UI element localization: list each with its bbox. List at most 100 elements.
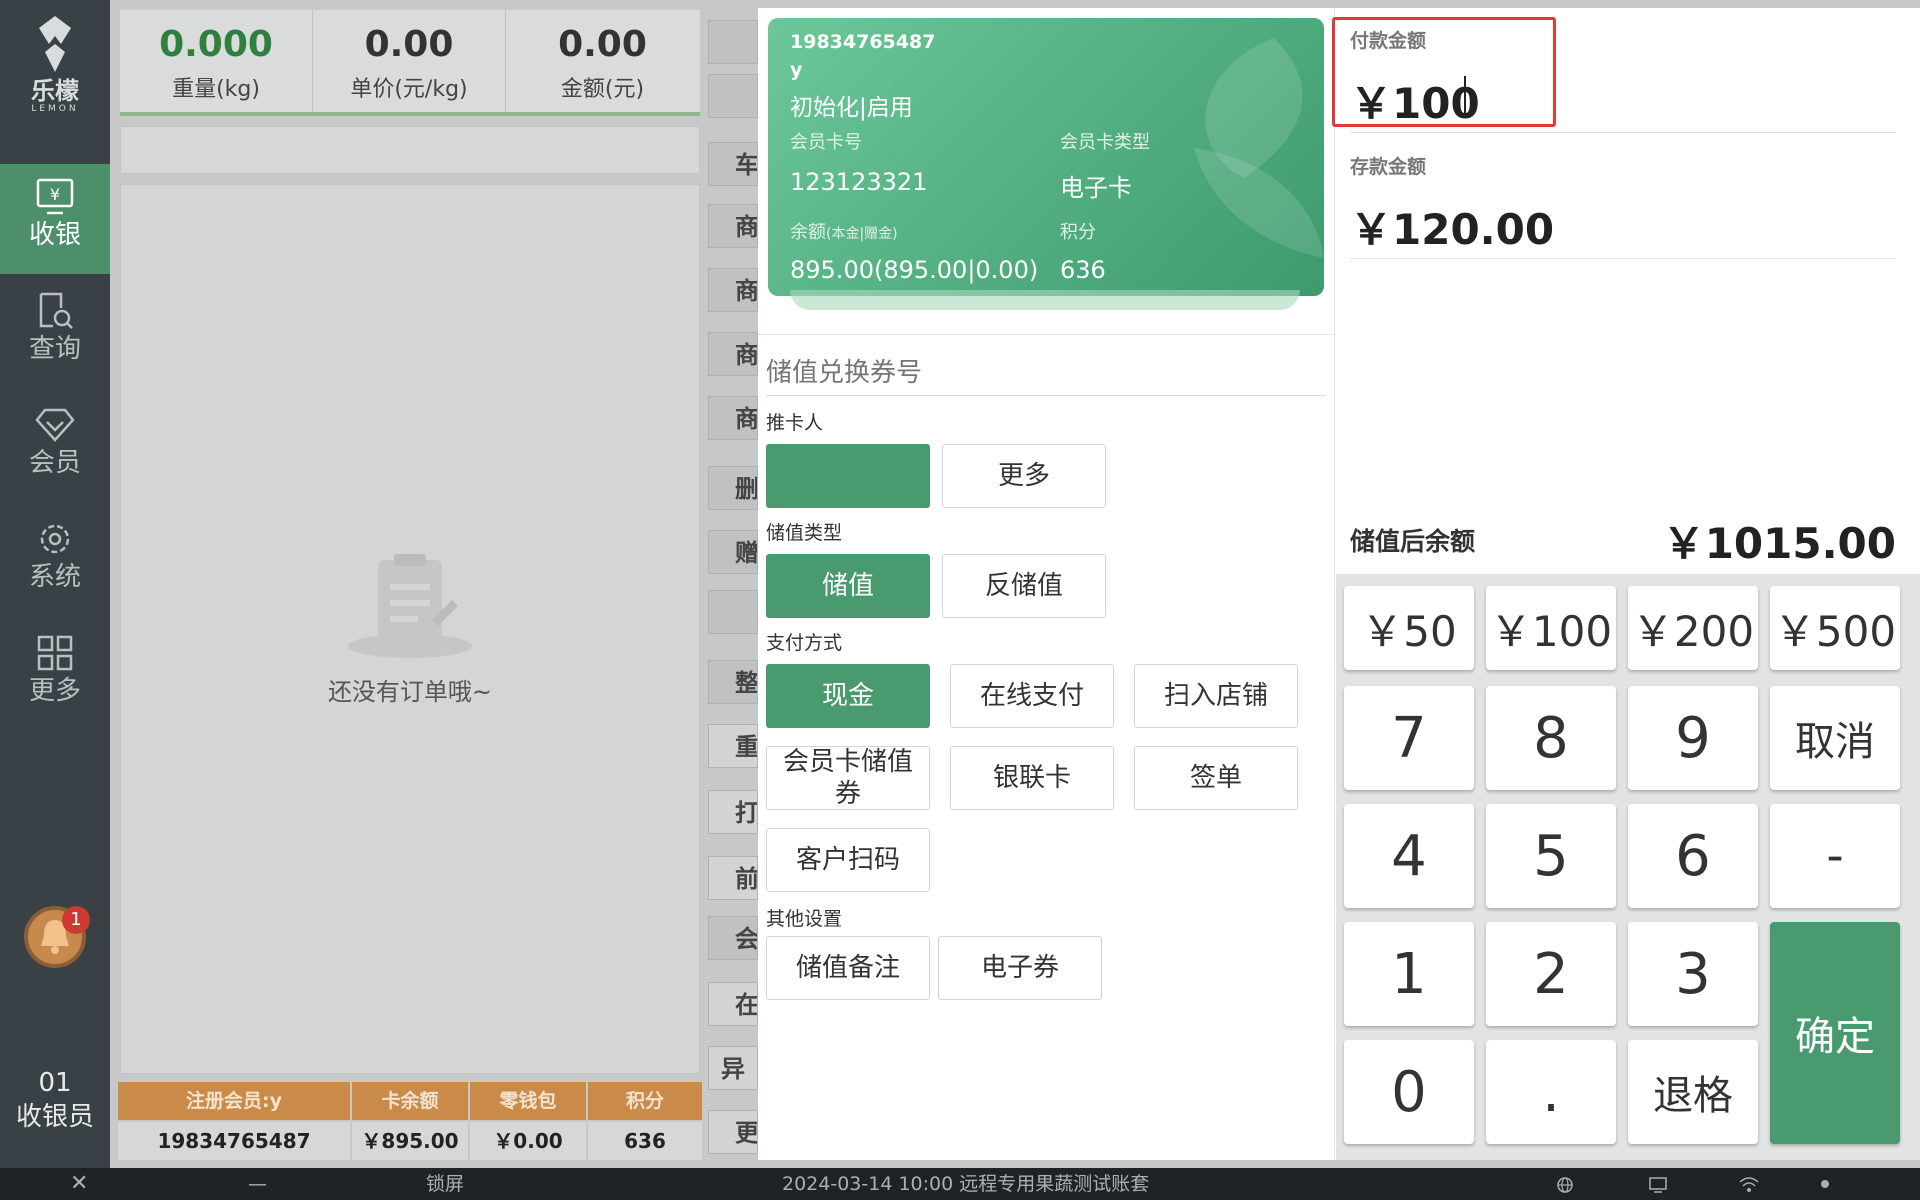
key-4[interactable]: 4 (1344, 804, 1474, 908)
side-function-button[interactable]: 前 (708, 856, 758, 900)
side-function-button[interactable]: 会 (708, 916, 758, 960)
scale-panel: 0.000 重量(kg) 0.00 单价(元/kg) 0.00 金额(元) (120, 10, 700, 116)
lemon-logo-icon (39, 16, 71, 72)
side-function-button[interactable]: 异常 (708, 1046, 758, 1090)
side-function-button[interactable]: 商 (708, 268, 758, 312)
minimize-icon[interactable]: — (248, 1168, 267, 1200)
pay-customer-scan-button[interactable]: 客户扫码 (766, 828, 930, 892)
confirm-button[interactable]: 确定 (1770, 922, 1900, 1144)
pay-cash-button[interactable]: 现金 (766, 664, 930, 728)
balance-after-label: 储值后余额 (1350, 527, 1476, 556)
side-function-button[interactable]: 赠 (708, 530, 758, 574)
key-2[interactable]: 2 (1486, 922, 1616, 1026)
e-voucher-button[interactable]: 电子券 (938, 936, 1102, 1000)
side-function-button[interactable] (708, 590, 758, 634)
stored-type-recharge-button[interactable]: 储值 (766, 554, 930, 618)
card-status: 初始化|启用 (790, 95, 913, 121)
member-table-cell: 636 (588, 1122, 702, 1160)
close-icon[interactable]: ✕ (70, 1168, 88, 1200)
remote-desktop-icon[interactable] (1648, 1176, 1668, 1194)
stored-type-reverse-button[interactable]: 反储值 (942, 554, 1106, 618)
empty-order-text: 还没有订单哦~ (327, 678, 493, 706)
key-9[interactable]: 9 (1628, 686, 1758, 790)
member-table-cell: ￥0.00 (470, 1122, 586, 1160)
quick-amount-50[interactable]: ￥50 (1344, 586, 1474, 670)
quick-amount-500[interactable]: ￥500 (1770, 586, 1900, 670)
pay-unionpay-button[interactable]: 银联卡 (950, 746, 1114, 810)
member-table-header: 卡余额 (352, 1082, 468, 1120)
gear-icon (40, 524, 70, 554)
pay-scan-store-button[interactable]: 扫入店铺 (1134, 664, 1298, 728)
side-function-button[interactable]: 删 (708, 466, 758, 510)
pane-divider (1334, 8, 1335, 1160)
nav-query[interactable]: 查询 (0, 278, 110, 388)
side-function-button[interactable] (708, 20, 758, 64)
nav-member[interactable]: 会员 (0, 392, 110, 502)
pay-amount-highlight (1332, 17, 1556, 127)
status-dot-icon (1821, 1180, 1829, 1188)
payment-method-label: 支付方式 (766, 632, 843, 654)
recommender-select-button[interactable] (766, 444, 930, 508)
side-function-button[interactable]: 整 (708, 660, 758, 704)
minus-key[interactable]: - (1770, 804, 1900, 908)
nav-system[interactable]: 系统 (0, 506, 110, 616)
amount-value: 0.00 (558, 24, 647, 65)
globe-icon[interactable] (1556, 1176, 1574, 1194)
quick-amount-200[interactable]: ￥200 (1628, 586, 1758, 670)
nav-cashier[interactable]: ¥ 收银 (0, 164, 110, 274)
diamond-icon (35, 408, 75, 442)
pay-sign-bill-button[interactable]: 签单 (1134, 746, 1298, 810)
key-3[interactable]: 3 (1628, 922, 1758, 1026)
price-value: 0.00 (364, 24, 454, 65)
notification-badge: 1 (62, 906, 90, 934)
member-table-header: 积分 (588, 1082, 702, 1120)
side-function-button[interactable]: 在 (708, 982, 758, 1026)
recommender-more-button[interactable]: 更多 (942, 444, 1106, 508)
backspace-button[interactable]: 退格 (1628, 1040, 1758, 1144)
balance-after-value: ￥1015.00 (1662, 519, 1896, 568)
card-points-value: 636 (1060, 256, 1106, 284)
key-dot[interactable]: . (1486, 1040, 1616, 1144)
side-function-button[interactable]: 商 (708, 332, 758, 376)
side-function-button[interactable]: 打 (708, 790, 758, 834)
key-5[interactable]: 5 (1486, 804, 1616, 908)
card-points-label: 积分 (1060, 222, 1096, 243)
side-function-button[interactable]: 商 (708, 204, 758, 248)
quick-amount-100[interactable]: ￥100 (1486, 586, 1616, 670)
svg-text:¥: ¥ (50, 185, 60, 204)
recharge-note-button[interactable]: 储值备注 (766, 936, 930, 1000)
card-balance-value: 895.00(895.00|0.00) (790, 256, 1039, 284)
side-function-button[interactable] (708, 74, 758, 118)
logo-text-en: LEMON (31, 104, 79, 114)
card-name: y (790, 59, 803, 81)
amount-label: 金额(元) (560, 77, 645, 102)
pay-member-voucher-button[interactable]: 会员卡储值券 (766, 746, 930, 810)
voucher-input[interactable] (766, 350, 1326, 396)
cashier-label: 收银员 (15, 1102, 94, 1132)
side-function-button[interactable]: 商 (708, 396, 758, 440)
member-table: 注册会员:y 卡余额 零钱包 积分 19834765487 ￥895.00 ￥0… (118, 1082, 702, 1162)
price-label: 单价(元/kg) (350, 77, 468, 102)
lock-screen-button[interactable]: 锁屏 (426, 1168, 464, 1200)
order-header-bar (120, 126, 700, 174)
side-function-button[interactable]: 重 (708, 724, 758, 768)
key-7[interactable]: 7 (1344, 686, 1474, 790)
pay-online-button[interactable]: 在线支付 (950, 664, 1114, 728)
key-6[interactable]: 6 (1628, 804, 1758, 908)
wifi-icon[interactable] (1738, 1176, 1760, 1194)
cancel-button[interactable]: 取消 (1770, 686, 1900, 790)
key-0[interactable]: 0 (1344, 1040, 1474, 1144)
card-phone: 19834765487 (790, 31, 936, 53)
divider (1350, 258, 1896, 259)
price-cell: 0.00 单价(元/kg) (313, 10, 506, 112)
nav-more[interactable]: 更多 (0, 620, 110, 730)
side-function-button[interactable]: 车 (708, 142, 758, 186)
nav-member-label: 会员 (28, 448, 81, 478)
card-balance-label-main: 余额 (790, 222, 826, 243)
member-table-cell: 19834765487 (118, 1122, 350, 1160)
sidebar: 乐檬 LEMON ¥ 收银 查询 会员 系统 更多 1 01 收银员 (0, 0, 110, 1168)
logo-text-cn: 乐檬 (31, 77, 79, 105)
key-1[interactable]: 1 (1344, 922, 1474, 1026)
key-8[interactable]: 8 (1486, 686, 1616, 790)
side-function-button[interactable]: 更 (708, 1110, 758, 1154)
